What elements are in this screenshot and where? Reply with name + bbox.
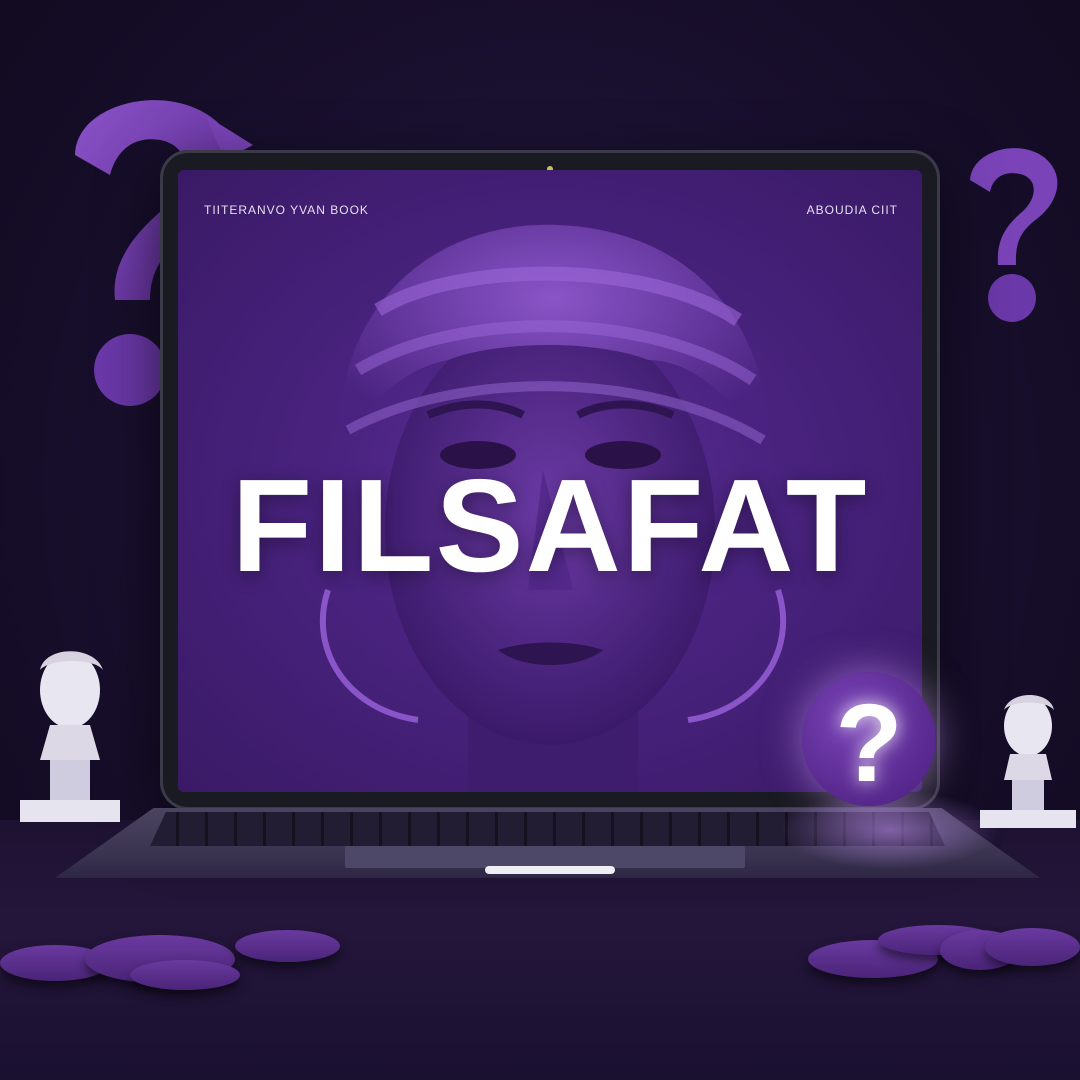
scene: TIITERANVO YVAN BOOK ABOUDIA CIIT FILSAF… bbox=[0, 0, 1080, 1080]
question-mark-icon: ? bbox=[835, 682, 903, 805]
question-mark-icon bbox=[970, 148, 1058, 322]
stone-decoration bbox=[235, 930, 340, 962]
hero-title: FILSAFAT bbox=[231, 452, 869, 599]
stone-decoration bbox=[985, 928, 1080, 966]
bust-statue-icon bbox=[20, 651, 120, 822]
stone-decoration bbox=[130, 960, 240, 990]
bust-statue-icon bbox=[980, 695, 1076, 828]
laptop-front-notch bbox=[485, 866, 615, 874]
screen-nav-left[interactable]: TIITERANVO YVAN BOOK bbox=[204, 203, 369, 217]
screen-nav-right[interactable]: ABOUDIA CIIT bbox=[807, 203, 898, 217]
question-bubble: ? bbox=[802, 672, 936, 806]
trackpad bbox=[345, 846, 745, 868]
